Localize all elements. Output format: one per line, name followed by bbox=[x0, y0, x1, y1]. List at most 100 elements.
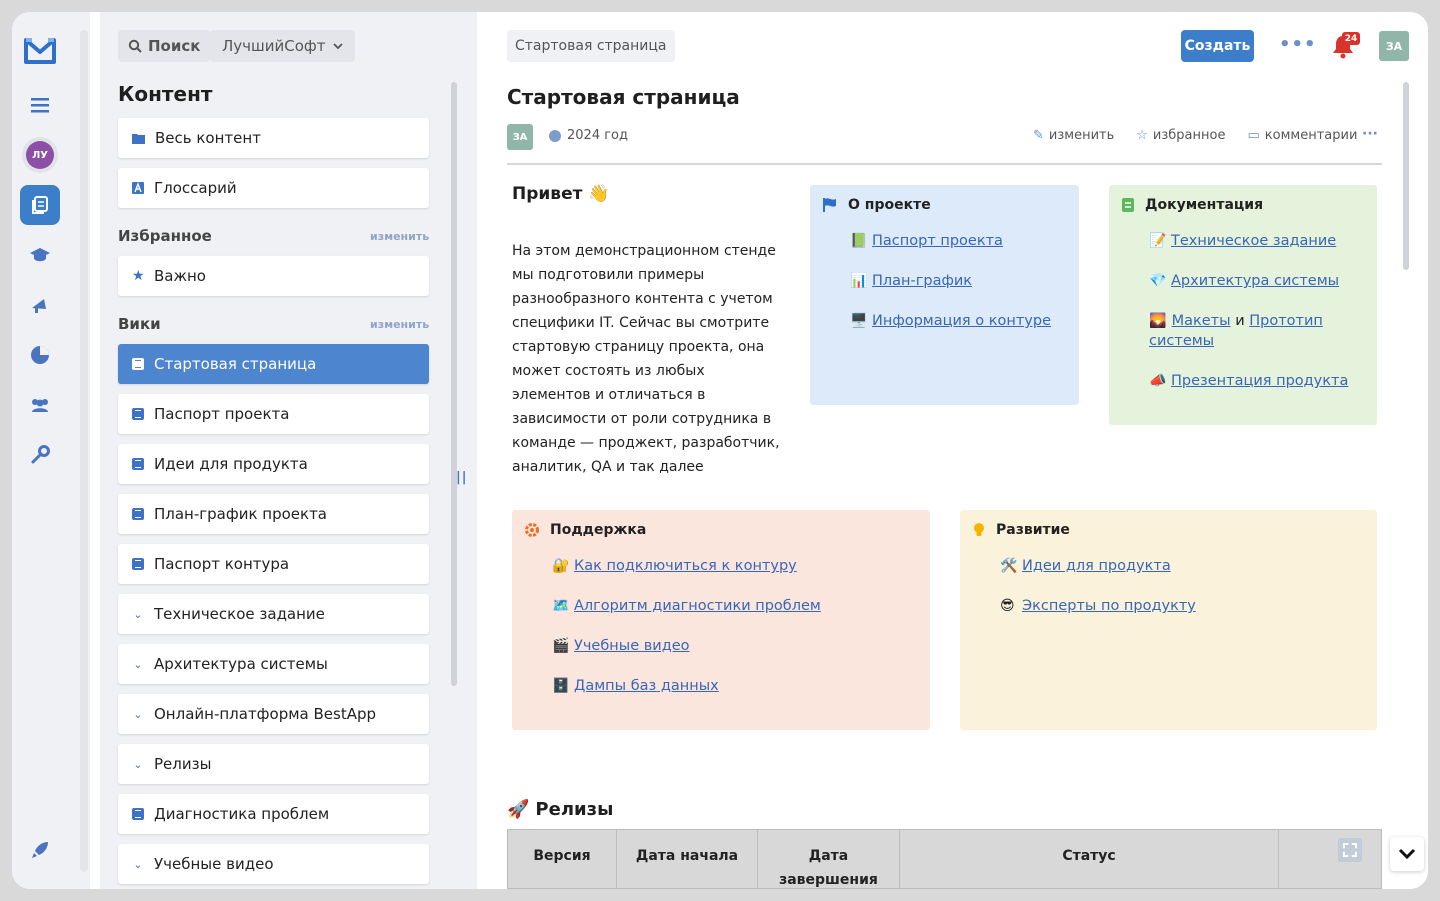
chart-icon: 📊 bbox=[850, 273, 868, 289]
gem-icon: 💎 bbox=[1149, 273, 1167, 289]
search-button[interactable]: Поиск bbox=[118, 30, 211, 62]
scroll-down-button[interactable] bbox=[1390, 837, 1424, 871]
sidebar-item-label: Техническое задание bbox=[154, 605, 325, 623]
link-product-ideas[interactable]: Идеи для продукта bbox=[1022, 556, 1171, 576]
sidebar-item-product-ideas[interactable]: Идеи для продукта bbox=[118, 444, 429, 484]
rocket-icon[interactable] bbox=[20, 830, 60, 870]
reports-icon[interactable] bbox=[20, 335, 60, 375]
avatar[interactable]: ЗА bbox=[1379, 31, 1409, 61]
sidebar-item-label: Глоссарий bbox=[154, 179, 237, 197]
megaphone-icon: 📣 bbox=[1149, 373, 1167, 389]
author-avatar[interactable]: ЗА bbox=[507, 124, 533, 150]
education-icon[interactable] bbox=[20, 235, 60, 275]
sidebar-item-tech-spec[interactable]: ⌄ Техническое задание bbox=[118, 594, 429, 634]
page-icon bbox=[132, 808, 144, 820]
main-scrollbar[interactable] bbox=[1403, 82, 1409, 270]
list-item: 🗄️ Дампы баз данных bbox=[552, 676, 821, 696]
releases-table-header: Версия Дата начала Дата завершения Стату… bbox=[507, 829, 1382, 889]
collapse-sidebar-handle[interactable]: || bbox=[456, 470, 468, 485]
link-project-passport[interactable]: Паспорт проекта bbox=[872, 231, 1003, 251]
sidebar-item-releases[interactable]: ⌄ Релизы bbox=[118, 744, 429, 784]
releases-title-label: Релизы bbox=[535, 799, 614, 820]
comment-icon: ▭ bbox=[1247, 128, 1260, 143]
edit-label: изменить bbox=[1048, 128, 1115, 143]
sidebar-item-label: Паспорт контура bbox=[154, 555, 290, 573]
favorites-edit-link[interactable]: изменить bbox=[370, 230, 429, 243]
sidebar-item-label: Весь контент bbox=[155, 129, 261, 147]
more-options-icon[interactable]: ••• bbox=[1279, 34, 1317, 55]
create-button[interactable]: Создать bbox=[1181, 30, 1254, 62]
team-icon[interactable] bbox=[20, 385, 60, 425]
link-videos[interactable]: Учебные видео bbox=[574, 636, 690, 656]
edit-action[interactable]: ✎ изменить bbox=[1033, 128, 1114, 143]
page-more-icon[interactable]: ··· bbox=[1362, 126, 1378, 142]
support-links: 🔐 Как подключиться к контуру 🗺️ Алгоритм д… bbox=[552, 556, 821, 716]
chevron-down-icon[interactable]: ⌄ bbox=[132, 708, 144, 721]
hello-text: На этом демонстрационном стенде мы подго… bbox=[512, 243, 780, 475]
monitor-icon: 🖥️ bbox=[850, 313, 868, 329]
user-avatar[interactable]: ЛУ bbox=[20, 135, 60, 175]
link-db-dumps[interactable]: Дампы баз данных bbox=[574, 676, 719, 696]
sidebar-item-diagnostics[interactable]: Диагностика проблем bbox=[118, 794, 429, 834]
breadcrumb[interactable]: Стартовая страница bbox=[507, 30, 675, 62]
sidebar-item-project-passport[interactable]: Паспорт проекта bbox=[118, 394, 429, 434]
favorite-label: избранное bbox=[1152, 128, 1226, 143]
sunglasses-icon: 😎 bbox=[1000, 598, 1015, 614]
content-icon[interactable] bbox=[20, 185, 60, 225]
favorite-action[interactable]: ☆ избранное bbox=[1136, 128, 1225, 143]
sidebar-item-all-content[interactable]: Весь контент bbox=[118, 118, 429, 158]
chevron-down-icon[interactable]: ⌄ bbox=[132, 608, 144, 621]
docs-card-title: Документация bbox=[1121, 197, 1263, 213]
chevron-down-icon[interactable]: ⌄ bbox=[132, 758, 144, 771]
sidebar-item-contour-passport[interactable]: Паспорт контура bbox=[118, 544, 429, 584]
sidebar-item-label: Учебные видео bbox=[154, 855, 274, 873]
sidebar-item-start-page[interactable]: Стартовая страница bbox=[118, 344, 429, 384]
comments-action[interactable]: ▭ комментарии bbox=[1247, 128, 1357, 143]
support-card-title: Поддержка bbox=[524, 522, 646, 538]
org-label: ЛучшийСофт bbox=[222, 37, 326, 55]
sidebar-item-bestapp[interactable]: ⌄ Онлайн-платформа BestApp bbox=[118, 694, 429, 734]
wiki-edit-link[interactable]: изменить bbox=[370, 318, 429, 331]
sidebar-item-project-schedule[interactable]: План-график проекта bbox=[118, 494, 429, 534]
page-actions: ✎ изменить ☆ избранное ▭ комментарии bbox=[1033, 128, 1357, 143]
sidebar-item-glossary[interactable]: Глоссарий bbox=[118, 168, 429, 208]
chevron-down-icon[interactable]: ⌄ bbox=[132, 658, 144, 671]
link-schedule[interactable]: План-график bbox=[872, 271, 972, 291]
org-selector[interactable]: ЛучшийСофт bbox=[210, 30, 356, 62]
hello-title: Привет 👋 bbox=[512, 184, 610, 204]
settings-icon[interactable] bbox=[20, 435, 60, 475]
column-header-empty bbox=[1279, 830, 1381, 888]
user-avatar-initials: ЛУ bbox=[26, 141, 54, 169]
link-presentation[interactable]: Презентация продукта bbox=[1171, 371, 1348, 391]
pencil-icon: ✎ bbox=[1033, 128, 1044, 143]
fullscreen-icon[interactable] bbox=[1338, 838, 1362, 862]
notification-badge: 24 bbox=[1342, 32, 1360, 45]
app-window: ЛУ Поиск ЛучшийСофт Контент Весь контент… bbox=[12, 12, 1428, 889]
link-product-experts[interactable]: Эксперты по продукту bbox=[1022, 596, 1196, 616]
link-contour-info[interactable]: Информация о контуре bbox=[872, 311, 1051, 331]
column-header-start-date[interactable]: Дата начала bbox=[617, 830, 758, 888]
list-item: 😎 Эксперты по продукту bbox=[1000, 596, 1196, 616]
column-header-status[interactable]: Статус bbox=[900, 830, 1279, 888]
column-header-end-date[interactable]: Дата завершения bbox=[758, 830, 900, 888]
sidebar-item-label: Важно bbox=[154, 267, 206, 285]
sidebar-item-label: Архитектура системы bbox=[154, 655, 328, 673]
link-architecture[interactable]: Архитектура системы bbox=[1171, 271, 1339, 291]
m-logo-icon[interactable] bbox=[20, 30, 60, 70]
link-diagnostics[interactable]: Алгоритм диагностики проблем bbox=[574, 596, 821, 616]
menu-icon[interactable] bbox=[20, 85, 60, 125]
sidebar-item-important[interactable]: ★ Важно bbox=[118, 256, 429, 296]
rail-scrollbar[interactable] bbox=[80, 30, 88, 872]
broadcast-icon[interactable] bbox=[20, 285, 60, 325]
link-tech-spec[interactable]: Техническое задание bbox=[1171, 231, 1336, 251]
sidebar-item-architecture[interactable]: ⌄ Архитектура системы bbox=[118, 644, 429, 684]
sidebar-item-label: Диагностика проблем bbox=[154, 805, 330, 823]
development-title-label: Развитие bbox=[996, 522, 1070, 538]
chevron-down-icon[interactable]: ⌄ bbox=[132, 858, 144, 871]
sidebar-scrollbar[interactable] bbox=[451, 82, 457, 686]
column-header-version[interactable]: Версия bbox=[508, 830, 617, 888]
link-mockups[interactable]: Макеты bbox=[1172, 313, 1231, 329]
about-card: О проекте 📗 Паспорт проекта 📊 План-график … bbox=[810, 185, 1079, 405]
sidebar-item-training-videos[interactable]: ⌄ Учебные видео bbox=[118, 844, 429, 884]
link-connect[interactable]: Как подключиться к контуру bbox=[574, 556, 797, 576]
